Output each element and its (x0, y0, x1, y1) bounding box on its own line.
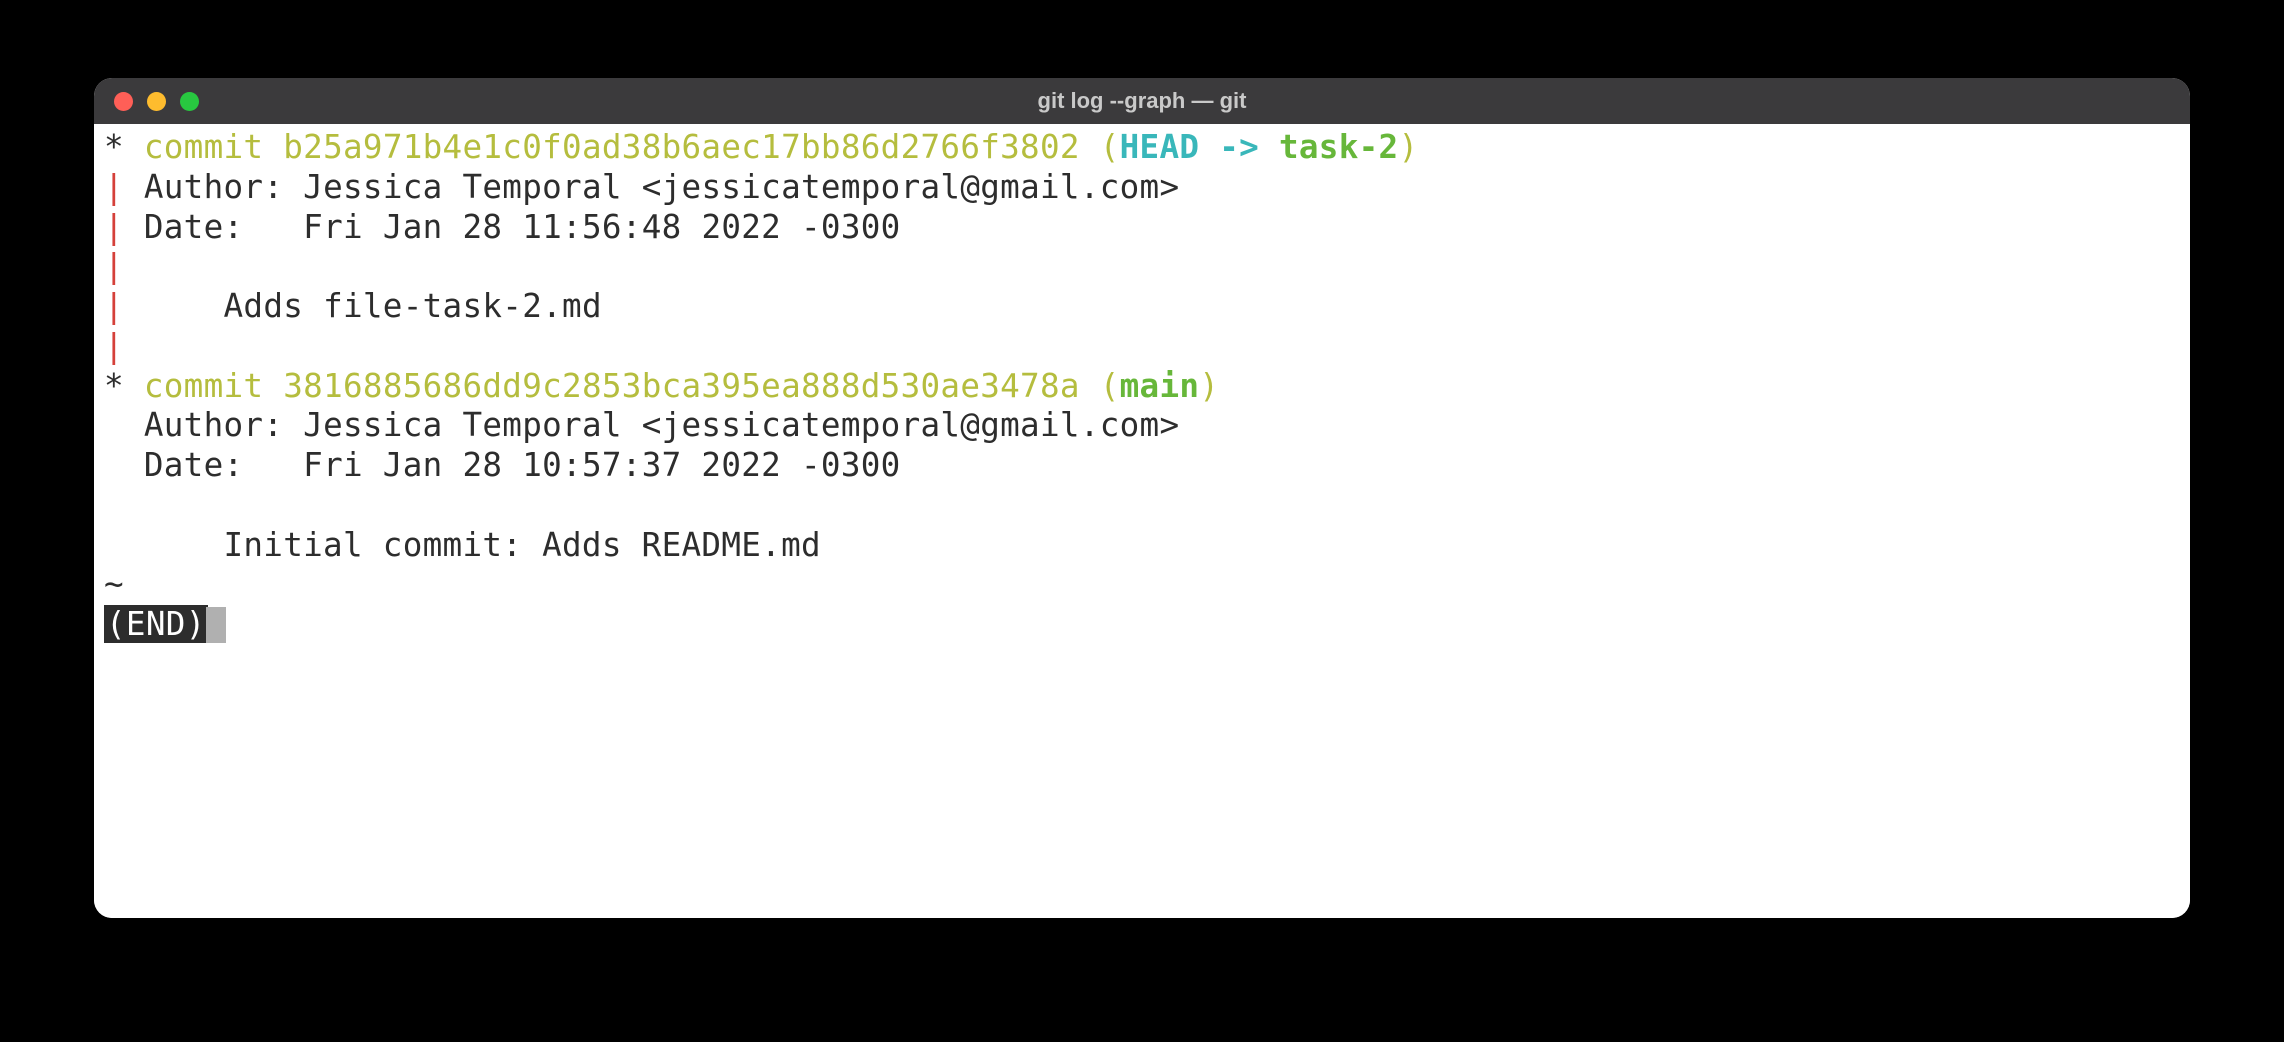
date-label: Date: (144, 446, 244, 484)
commit-message: Initial commit: Adds README.md (223, 526, 820, 564)
pager-tilde: ~ (104, 565, 124, 603)
refs-close: ) (1199, 367, 1219, 405)
graph-node: * (104, 128, 124, 166)
date-value: Fri Jan 28 11:56:48 2022 -0300 (303, 208, 900, 246)
commit-message: Adds file-task-2.md (224, 287, 602, 325)
terminal-window: git log --graph — git * commit b25a971b4… (94, 78, 2190, 918)
refs-close: ) (1398, 128, 1418, 166)
date-label: Date: (144, 208, 244, 246)
minimize-icon[interactable] (147, 92, 166, 111)
author-value: Jessica Temporal <jessicatemporal@gmail.… (303, 168, 1179, 206)
date-value: Fri Jan 28 10:57:37 2022 -0300 (303, 446, 900, 484)
refs-open: ( (1080, 367, 1120, 405)
commit-keyword: commit (144, 367, 263, 405)
graph-node: * (104, 367, 124, 405)
graph-edge: | (104, 287, 124, 325)
author-value: Jessica Temporal <jessicatemporal@gmail.… (303, 406, 1179, 444)
branch-ref: main (1120, 367, 1200, 405)
maximize-icon[interactable] (180, 92, 199, 111)
commit-hash: b25a971b4e1c0f0ad38b6aec17bb86d2766f3802 (283, 128, 1080, 166)
terminal-content[interactable]: * commit b25a971b4e1c0f0ad38b6aec17bb86d… (94, 124, 2190, 918)
graph-edge: | (104, 327, 124, 365)
graph-edge: | (104, 168, 124, 206)
graph-edge: | (104, 247, 124, 285)
cursor-icon (206, 607, 226, 643)
close-icon[interactable] (114, 92, 133, 111)
branch-ref: task-2 (1279, 128, 1398, 166)
refs-open: ( (1080, 128, 1120, 166)
graph-edge: | (104, 208, 124, 246)
traffic-lights (114, 92, 199, 111)
author-label: Author: (144, 168, 283, 206)
head-ref: HEAD -> (1120, 128, 1279, 166)
author-label: Author: (144, 406, 283, 444)
titlebar[interactable]: git log --graph — git (94, 78, 2190, 124)
pager-end: (END) (104, 605, 208, 643)
window-title: git log --graph — git (1038, 88, 1247, 114)
commit-keyword: commit (144, 128, 263, 166)
commit-hash: 3816885686dd9c2853bca395ea888d530ae3478a (283, 367, 1080, 405)
